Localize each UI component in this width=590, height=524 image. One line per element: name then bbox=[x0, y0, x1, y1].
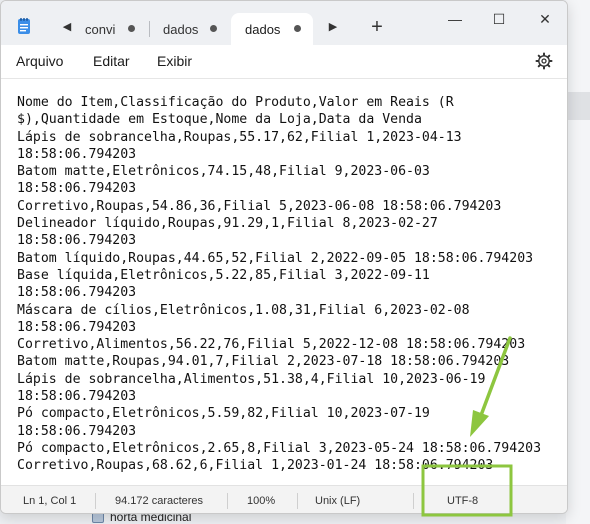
tab-label: dados bbox=[245, 21, 281, 37]
minimize-button[interactable]: — bbox=[435, 5, 475, 33]
menu-edit[interactable]: Editar bbox=[93, 53, 130, 69]
tab-1[interactable]: convi bbox=[71, 13, 147, 45]
unsaved-dot-icon[interactable] bbox=[128, 25, 135, 32]
editor-line[interactable]: Base líquida,Eletrônicos,5.22,85,Filial … bbox=[17, 267, 557, 284]
new-tab-button[interactable]: + bbox=[367, 17, 387, 37]
editor-line[interactable]: 18:58:06.794203 bbox=[17, 284, 557, 301]
close-button[interactable]: ✕ bbox=[525, 5, 565, 33]
zoom-level[interactable]: 100% bbox=[247, 495, 275, 507]
cursor-position: Ln 1, Col 1 bbox=[23, 495, 77, 507]
tab-2[interactable]: dados bbox=[149, 13, 229, 45]
menu-bar: Arquivo Editar Exibir bbox=[1, 45, 567, 79]
editor-line[interactable]: Lápis de sobrancelha,Alimentos,51.38,4,F… bbox=[17, 371, 557, 388]
unsaved-dot-icon[interactable] bbox=[210, 25, 217, 32]
editor-line[interactable]: Pó compacto,Eletrônicos,2.65,8,Filial 3,… bbox=[17, 440, 557, 457]
text-editor[interactable]: Nome do Item,Classificação do Produto,Va… bbox=[1, 80, 567, 484]
title-bar: ◀ convi dados dados ▶ + — ☐ ✕ bbox=[1, 1, 567, 45]
line-ending[interactable]: Unix (LF) bbox=[315, 495, 360, 507]
editor-line[interactable]: Lápis de sobrancelha,Roupas,55.17,62,Fil… bbox=[17, 129, 557, 146]
editor-line[interactable]: 18:58:06.794203 bbox=[17, 388, 557, 405]
tab-3-active[interactable]: dados bbox=[231, 13, 313, 45]
editor-line[interactable]: 18:58:06.794203 bbox=[17, 319, 557, 336]
editor-line[interactable]: Máscara de cílios,Eletrônicos,1.08,31,Fi… bbox=[17, 302, 557, 319]
editor-line[interactable]: Batom líquido,Roupas,44.65,52,Filial 2,2… bbox=[17, 250, 557, 267]
editor-line[interactable]: Corretivo,Alimentos,56.22,76,Filial 5,20… bbox=[17, 336, 557, 353]
tab-label: dados bbox=[163, 21, 199, 37]
editor-line[interactable]: 18:58:06.794203 bbox=[17, 180, 557, 197]
chevron-right-icon[interactable]: ▶ bbox=[325, 19, 341, 35]
encoding[interactable]: UTF-8 bbox=[447, 495, 478, 507]
status-bar: Ln 1, Col 1 94.172 caracteres 100% Unix … bbox=[1, 485, 567, 513]
background-bar bbox=[566, 92, 590, 120]
editor-line[interactable]: 18:58:06.794203 bbox=[17, 232, 557, 249]
background-explorer-strip bbox=[566, 0, 590, 524]
editor-line[interactable]: $),Quantidade em Estoque,Nome da Loja,Da… bbox=[17, 111, 557, 128]
editor-line[interactable]: 18:58:06.794203 bbox=[17, 146, 557, 163]
character-count: 94.172 caracteres bbox=[115, 495, 204, 507]
editor-content[interactable]: Nome do Item,Classificação do Produto,Va… bbox=[17, 94, 557, 475]
status-separator bbox=[297, 493, 298, 509]
menu-view[interactable]: Exibir bbox=[157, 53, 192, 69]
status-separator bbox=[95, 493, 96, 509]
status-separator bbox=[413, 493, 414, 509]
status-separator bbox=[227, 493, 228, 509]
editor-line[interactable]: Corretivo,Roupas,54.86,36,Filial 5,2023-… bbox=[17, 198, 557, 215]
unsaved-dot-icon[interactable] bbox=[294, 25, 301, 32]
notepad-window: ◀ convi dados dados ▶ + — ☐ ✕ Arquivo Ed… bbox=[0, 0, 568, 514]
editor-line[interactable]: Batom matte,Eletrônicos,74.15,48,Filial … bbox=[17, 163, 557, 180]
tab-label: convi bbox=[85, 21, 116, 37]
editor-line[interactable]: 18:58:06.794203 bbox=[17, 423, 557, 440]
maximize-button[interactable]: ☐ bbox=[479, 5, 519, 33]
editor-line[interactable]: Pó compacto,Eletrônicos,5.59,82,Filial 1… bbox=[17, 405, 557, 422]
editor-line[interactable]: Delineador líquido,Roupas,91.29,1,Filial… bbox=[17, 215, 557, 232]
notepad-icon[interactable] bbox=[15, 17, 33, 35]
editor-line[interactable]: Batom matte,Roupas,94.01,7,Filial 2,2023… bbox=[17, 353, 557, 370]
gear-icon[interactable] bbox=[535, 52, 553, 70]
editor-line[interactable]: Nome do Item,Classificação do Produto,Va… bbox=[17, 94, 557, 111]
editor-line[interactable]: Corretivo,Roupas,68.62,6,Filial 1,2023-0… bbox=[17, 457, 557, 474]
menu-file[interactable]: Arquivo bbox=[16, 53, 63, 69]
